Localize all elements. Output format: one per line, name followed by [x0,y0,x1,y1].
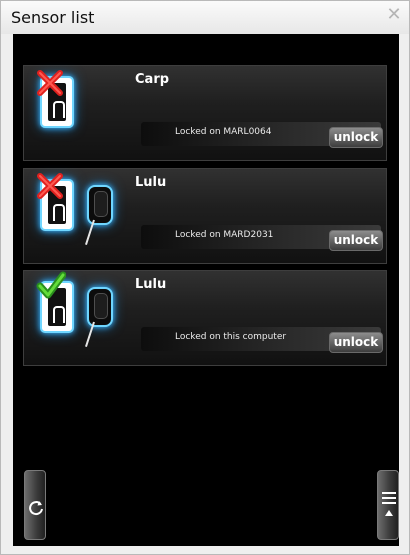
lock-status-text: Locked on MARD2031 [175,230,274,240]
menu-icon [382,492,396,516]
window-title: Sensor list [11,8,95,27]
unlock-button[interactable]: unlock [329,332,383,353]
sensor-name: Lulu [135,277,167,292]
unlock-button[interactable]: unlock [329,230,383,251]
close-icon[interactable]: ✕ [385,6,403,24]
unlock-button[interactable]: unlock [329,127,383,148]
sensor-device-icon [85,287,113,348]
sensor-device-icon [85,185,113,246]
sensor-card: Lulu Locked on MARD2031 unlock [23,168,387,264]
x-icon [37,173,63,199]
sensor-card: Carp Locked on MARL0064 unlock [23,65,387,161]
checkmark-icon [36,271,66,299]
sensor-list-window: Sensor list ✕ Carp Locked on MARL0064 un… [0,0,410,555]
sensor-panel: Carp Locked on MARL0064 unlock Lulu Lock… [13,34,399,546]
title-bar: Sensor list ✕ [1,1,409,34]
lock-status-text: Locked on MARL0064 [175,127,272,137]
menu-button[interactable] [377,470,399,540]
sensor-card: Lulu Locked on this computer unlock [23,270,387,366]
sensor-name: Carp [135,72,170,87]
lock-status-text: Locked on this computer [175,332,287,342]
x-icon [37,70,63,96]
refresh-button[interactable] [24,470,46,540]
sensor-name: Lulu [135,175,167,190]
refresh-icon [29,501,43,516]
